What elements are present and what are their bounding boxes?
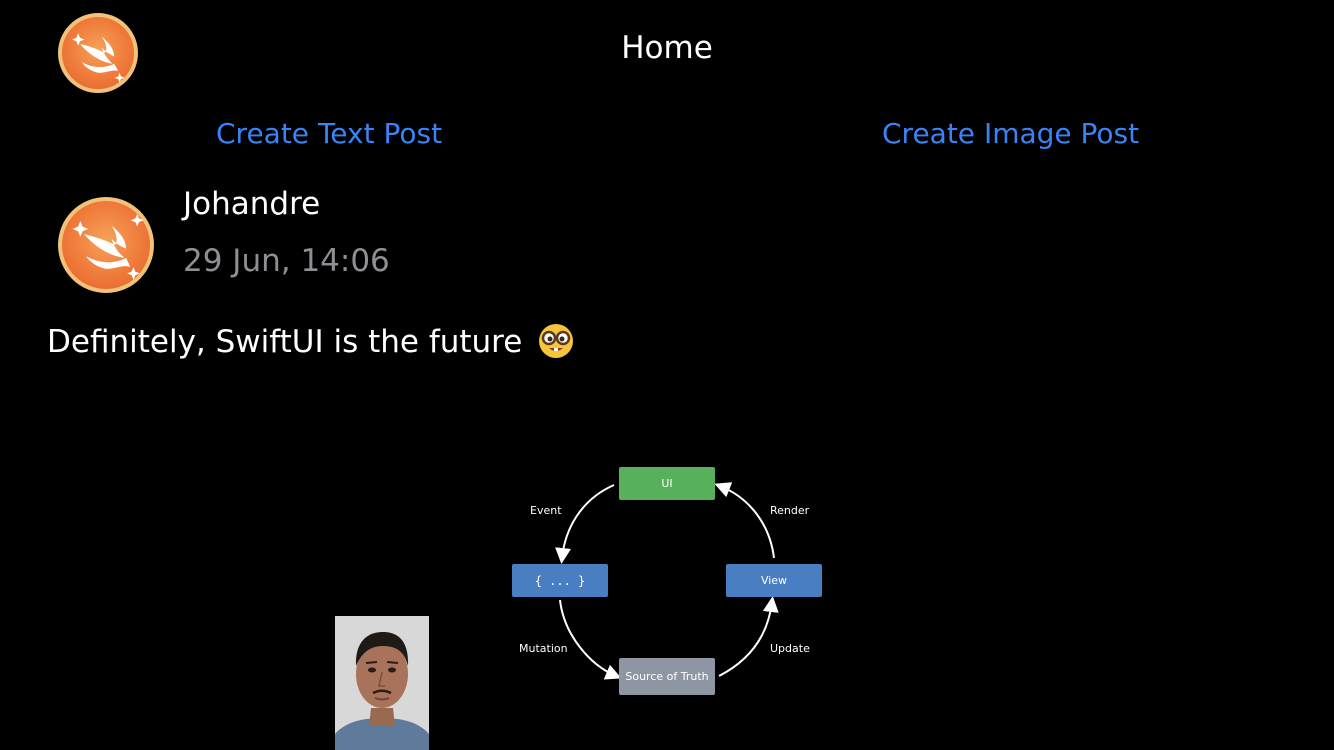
diagram-label-mutation: Mutation [519, 642, 568, 655]
post-body-text: Definitely, SwiftUI is the future [47, 323, 574, 360]
diagram-label-event: Event [530, 504, 562, 517]
diagram-box-source-of-truth: Source of Truth [619, 658, 715, 695]
post-body-label: Definitely, SwiftUI is the future [47, 324, 523, 360]
portrait-photo-image [335, 616, 429, 750]
diagram-label-update: Update [770, 642, 810, 655]
nav-title: Home [621, 30, 713, 66]
post-image-portrait[interactable] [335, 616, 429, 750]
create-text-post-button[interactable]: Create Text Post [216, 117, 442, 150]
diagram-box-ui: UI [619, 467, 715, 500]
post-timestamp: 29 Jun, 14:06 [183, 243, 390, 279]
diagram-label-render: Render [770, 504, 810, 517]
author-avatar[interactable] [58, 197, 154, 293]
post-image-diagram[interactable]: UI { ... } View Source of Truth Event Re… [480, 440, 860, 720]
diagram-box-view: View [726, 564, 822, 597]
diagram-box-action: { ... } [512, 564, 608, 597]
app-screen: Home Create Text Post Create Image Post … [0, 0, 1334, 750]
swift-logo-icon [72, 213, 144, 280]
nerd-face-emoji-icon [538, 323, 574, 359]
post-author-name: Johandre [183, 186, 321, 222]
create-image-post-button[interactable]: Create Image Post [882, 117, 1139, 150]
